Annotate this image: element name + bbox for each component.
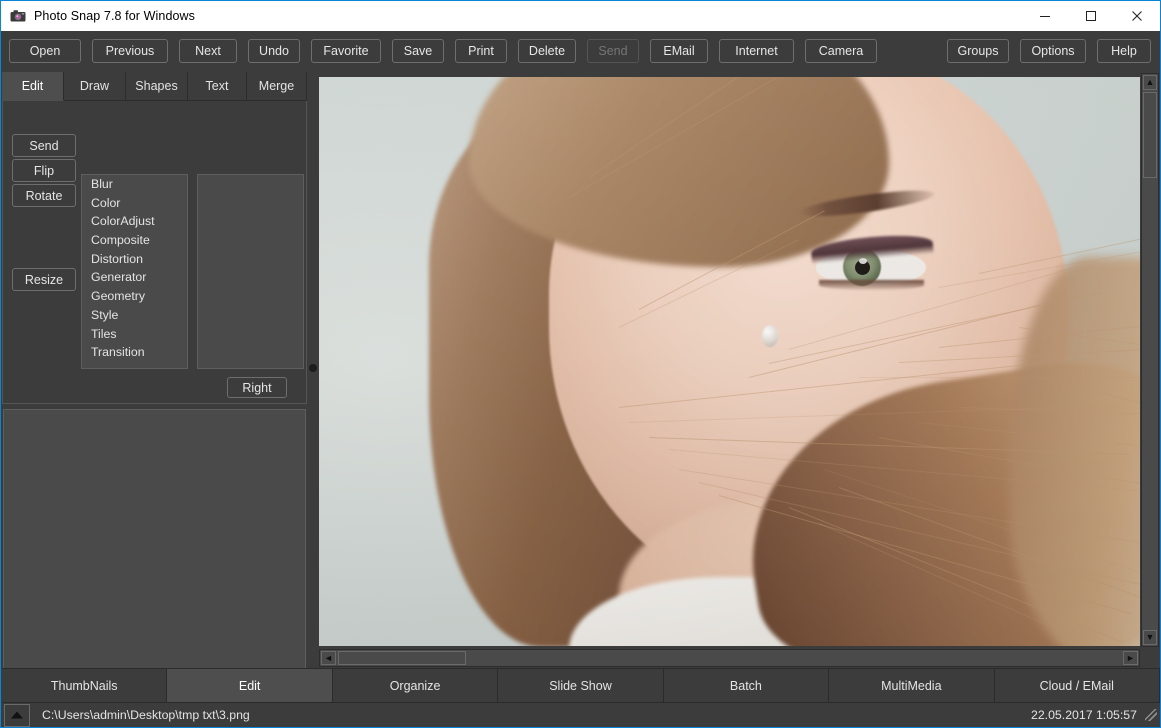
scroll-down-arrow-icon: ▼ — [1146, 633, 1155, 642]
toolbar-button-options[interactable]: Options — [1020, 39, 1086, 63]
scroll-right-arrow-icon: ► — [1126, 654, 1135, 663]
toolbar-button-undo[interactable]: Undo — [248, 39, 300, 63]
button-flip[interactable]: Flip — [12, 159, 76, 182]
toolbar-button-save[interactable]: Save — [392, 39, 444, 63]
main-toolbar: Open Previous Next Undo Favorite Save Print Del… — [1, 31, 1160, 71]
scroll-left-button[interactable]: ◄ — [321, 651, 336, 665]
effect-category-item[interactable]: ColorAdjust — [82, 212, 187, 231]
toolbar-button-delete[interactable]: Delete — [518, 39, 576, 63]
toolbar-button-groups[interactable]: Groups — [947, 39, 1009, 63]
edit-tab-merge[interactable]: Merge — [247, 72, 307, 101]
status-bar: C:\Users\admin\Desktop\tmp txt\3.png 22.… — [2, 702, 1160, 727]
edit-tab-pane: Send Flip Rotate Resize Blur Color ColorAdjus… — [2, 101, 307, 404]
edit-tab-text[interactable]: Text — [188, 72, 247, 101]
scroll-up-arrow-icon: ▲ — [1146, 78, 1155, 87]
effect-category-item[interactable]: Geometry — [82, 287, 187, 306]
panel-splitter[interactable] — [307, 72, 318, 647]
right-button[interactable]: Right — [227, 377, 287, 398]
bottom-tab-organize[interactable]: Organize — [333, 669, 498, 702]
effect-category-item[interactable]: Generator — [82, 268, 187, 287]
toolbar-button-next[interactable]: Next — [179, 39, 237, 63]
button-resize[interactable]: Resize — [12, 268, 76, 291]
maximize-button[interactable] — [1068, 1, 1114, 31]
toolbar-left-group: Open Previous Next Undo Favorite Save Print Del… — [9, 39, 888, 63]
horizontal-scrollbar[interactable]: ◄ ► — [319, 649, 1140, 667]
minimize-button[interactable] — [1022, 1, 1068, 31]
toolbar-button-open[interactable]: Open — [9, 39, 81, 63]
edit-tab-draw[interactable]: Draw — [64, 72, 126, 101]
window-controls — [1022, 1, 1160, 31]
edit-tab-strip: Edit Draw Shapes Text Merge — [2, 72, 307, 101]
toolbar-button-internet[interactable]: Internet — [719, 39, 794, 63]
resize-grip[interactable] — [1145, 709, 1157, 721]
effect-category-item[interactable]: Composite — [82, 231, 187, 250]
toolbar-button-print[interactable]: Print — [455, 39, 507, 63]
bottom-tab-batch[interactable]: Batch — [664, 669, 829, 702]
effect-category-item[interactable]: Blur — [82, 175, 187, 194]
image-viewer: ▲ ▼ ◄ ► — [318, 73, 1159, 647]
bottom-tab-edit[interactable]: Edit — [167, 669, 332, 702]
file-path-label: C:\Users\admin\Desktop\tmp txt\3.png — [42, 708, 250, 722]
toolbar-right-group: Groups Options Help — [936, 39, 1151, 63]
left-panel: Edit Draw Shapes Text Merge Send Flip Rotate Re… — [2, 72, 307, 647]
bottom-tab-bar: ThumbNails Edit Organize Slide Show Batch Mul… — [2, 668, 1160, 702]
camera-icon — [10, 8, 26, 24]
button-rotate[interactable]: Rotate — [12, 184, 76, 207]
vertical-scroll-thumb[interactable] — [1143, 92, 1157, 178]
effect-category-item[interactable]: Distortion — [82, 250, 187, 269]
toolbar-button-camera[interactable]: Camera — [805, 39, 877, 63]
window-title: Photo Snap 7.8 for Windows — [34, 9, 195, 23]
effect-category-item[interactable]: Color — [82, 194, 187, 213]
bottom-tab-slide-show[interactable]: Slide Show — [498, 669, 663, 702]
bottom-tab-thumbnails[interactable]: ThumbNails — [2, 669, 167, 702]
bottom-tab-cloud-email[interactable]: Cloud / EMail — [995, 669, 1160, 702]
edit-tab-edit[interactable]: Edit — [2, 72, 64, 101]
portrait-photo — [319, 77, 1140, 646]
title-bar: Photo Snap 7.8 for Windows — [1, 1, 1160, 31]
effect-detail-list[interactable] — [197, 174, 304, 369]
horizontal-scroll-thumb[interactable] — [338, 651, 466, 665]
bottom-tab-multimedia[interactable]: MultiMedia — [829, 669, 994, 702]
effect-category-item[interactable]: Style — [82, 306, 187, 325]
timestamp-label: 22.05.2017 1:05:57 — [1031, 708, 1137, 722]
scroll-up-button[interactable]: ▲ — [1143, 75, 1157, 90]
splitter-grip-dot[interactable] — [309, 364, 317, 372]
toolbar-button-previous[interactable]: Previous — [92, 39, 168, 63]
expand-panel-button[interactable] — [4, 704, 30, 727]
scroll-left-arrow-icon: ◄ — [324, 654, 333, 663]
effect-category-item[interactable]: Transition — [82, 343, 187, 362]
effect-category-item[interactable]: Tiles — [82, 325, 187, 344]
scroll-down-button[interactable]: ▼ — [1143, 630, 1157, 645]
close-button[interactable] — [1114, 1, 1160, 31]
scroll-right-button[interactable]: ► — [1123, 651, 1138, 665]
image-canvas[interactable] — [319, 77, 1140, 646]
effect-category-list[interactable]: Blur Color ColorAdjust Composite Distortion G… — [81, 174, 188, 369]
toolbar-button-email[interactable]: EMail — [650, 39, 708, 63]
application-window: Photo Snap 7.8 for Windows Open Previous N… — [0, 0, 1161, 728]
photo-overlay — [319, 77, 1140, 646]
button-send[interactable]: Send — [12, 134, 76, 157]
up-triangle-icon — [10, 710, 24, 720]
toolbar-button-favorite[interactable]: Favorite — [311, 39, 381, 63]
toolbar-button-send: Send — [587, 39, 639, 63]
toolbar-button-help[interactable]: Help — [1097, 39, 1151, 63]
vertical-scrollbar[interactable]: ▲ ▼ — [1141, 73, 1159, 647]
edit-tab-shapes[interactable]: Shapes — [126, 72, 188, 101]
